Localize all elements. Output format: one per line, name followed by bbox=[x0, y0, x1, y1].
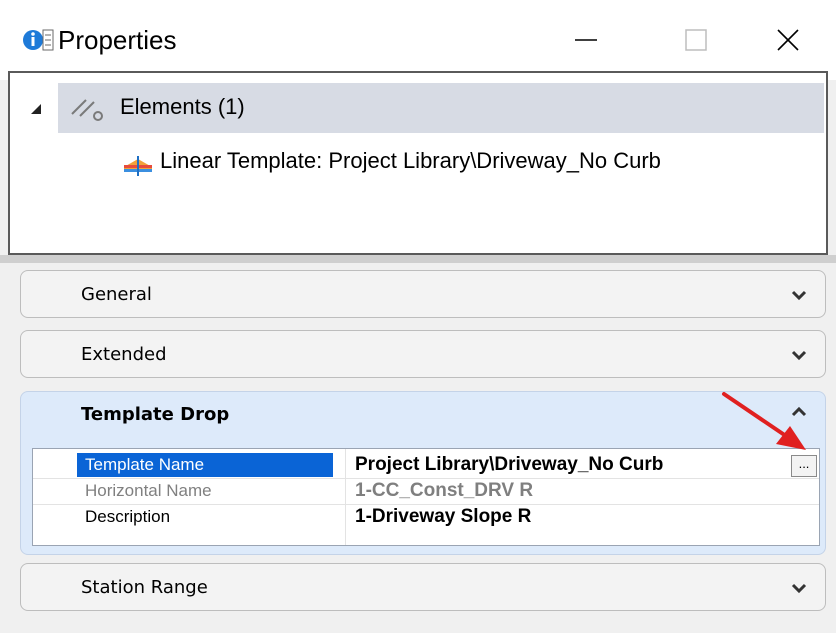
property-row-horizontal-name[interactable]: Horizontal Name 1-CC_Const_DRV R bbox=[33, 479, 819, 503]
title-bar: Properties bbox=[0, 0, 836, 80]
property-value-horizontal-name: 1-CC_Const_DRV R bbox=[355, 480, 534, 501]
section-station-range-label: Station Range bbox=[81, 577, 208, 598]
chevron-down-icon[interactable] bbox=[791, 349, 807, 361]
close-icon bbox=[777, 29, 799, 51]
window-title: Properties bbox=[58, 25, 177, 55]
chevron-down-icon[interactable] bbox=[791, 289, 807, 301]
element-tree-panel: Elements (1) Linear Template: Project Li… bbox=[8, 71, 828, 255]
section-station-range[interactable]: Station Range bbox=[20, 563, 826, 611]
chevron-down-icon[interactable] bbox=[791, 582, 807, 594]
property-value-template-name[interactable]: Project Library\Driveway_No Curb bbox=[355, 453, 663, 477]
section-general-label: General bbox=[81, 284, 152, 305]
annotation-arrow-icon bbox=[722, 392, 806, 450]
property-name-template-name[interactable]: Template Name bbox=[77, 453, 333, 477]
properties-app-icon bbox=[23, 29, 54, 51]
close-button[interactable] bbox=[758, 14, 818, 66]
tree-item-elements-label: Elements (1) bbox=[120, 94, 245, 119]
minimize-button[interactable] bbox=[556, 14, 616, 66]
linear-template-icon bbox=[124, 156, 152, 176]
property-row-description[interactable]: Description 1-Driveway Slope R bbox=[33, 505, 819, 529]
property-value-description[interactable]: 1-Driveway Slope R bbox=[355, 505, 531, 529]
template-drop-property-grid: Template Name Project Library\Driveway_N… bbox=[32, 448, 820, 546]
panel-splitter[interactable] bbox=[0, 255, 836, 263]
maximize-button[interactable] bbox=[666, 14, 726, 66]
maximize-icon bbox=[685, 29, 707, 51]
section-general[interactable]: General bbox=[20, 270, 826, 318]
minimize-icon bbox=[575, 39, 597, 41]
property-name-horizontal-name: Horizontal Name bbox=[85, 481, 212, 500]
property-name-description[interactable]: Description bbox=[77, 505, 333, 529]
property-row-template-name[interactable]: Template Name Project Library\Driveway_N… bbox=[33, 453, 819, 477]
section-extended[interactable]: Extended bbox=[20, 330, 826, 378]
collapse-triangle-icon[interactable] bbox=[30, 103, 42, 115]
tree-item-linear-template-label[interactable]: Linear Template: Project Library\Drivewa… bbox=[160, 147, 661, 175]
section-extended-label: Extended bbox=[81, 344, 167, 365]
elements-icon bbox=[71, 99, 103, 121]
section-template-drop-label: Template Drop bbox=[81, 404, 230, 425]
